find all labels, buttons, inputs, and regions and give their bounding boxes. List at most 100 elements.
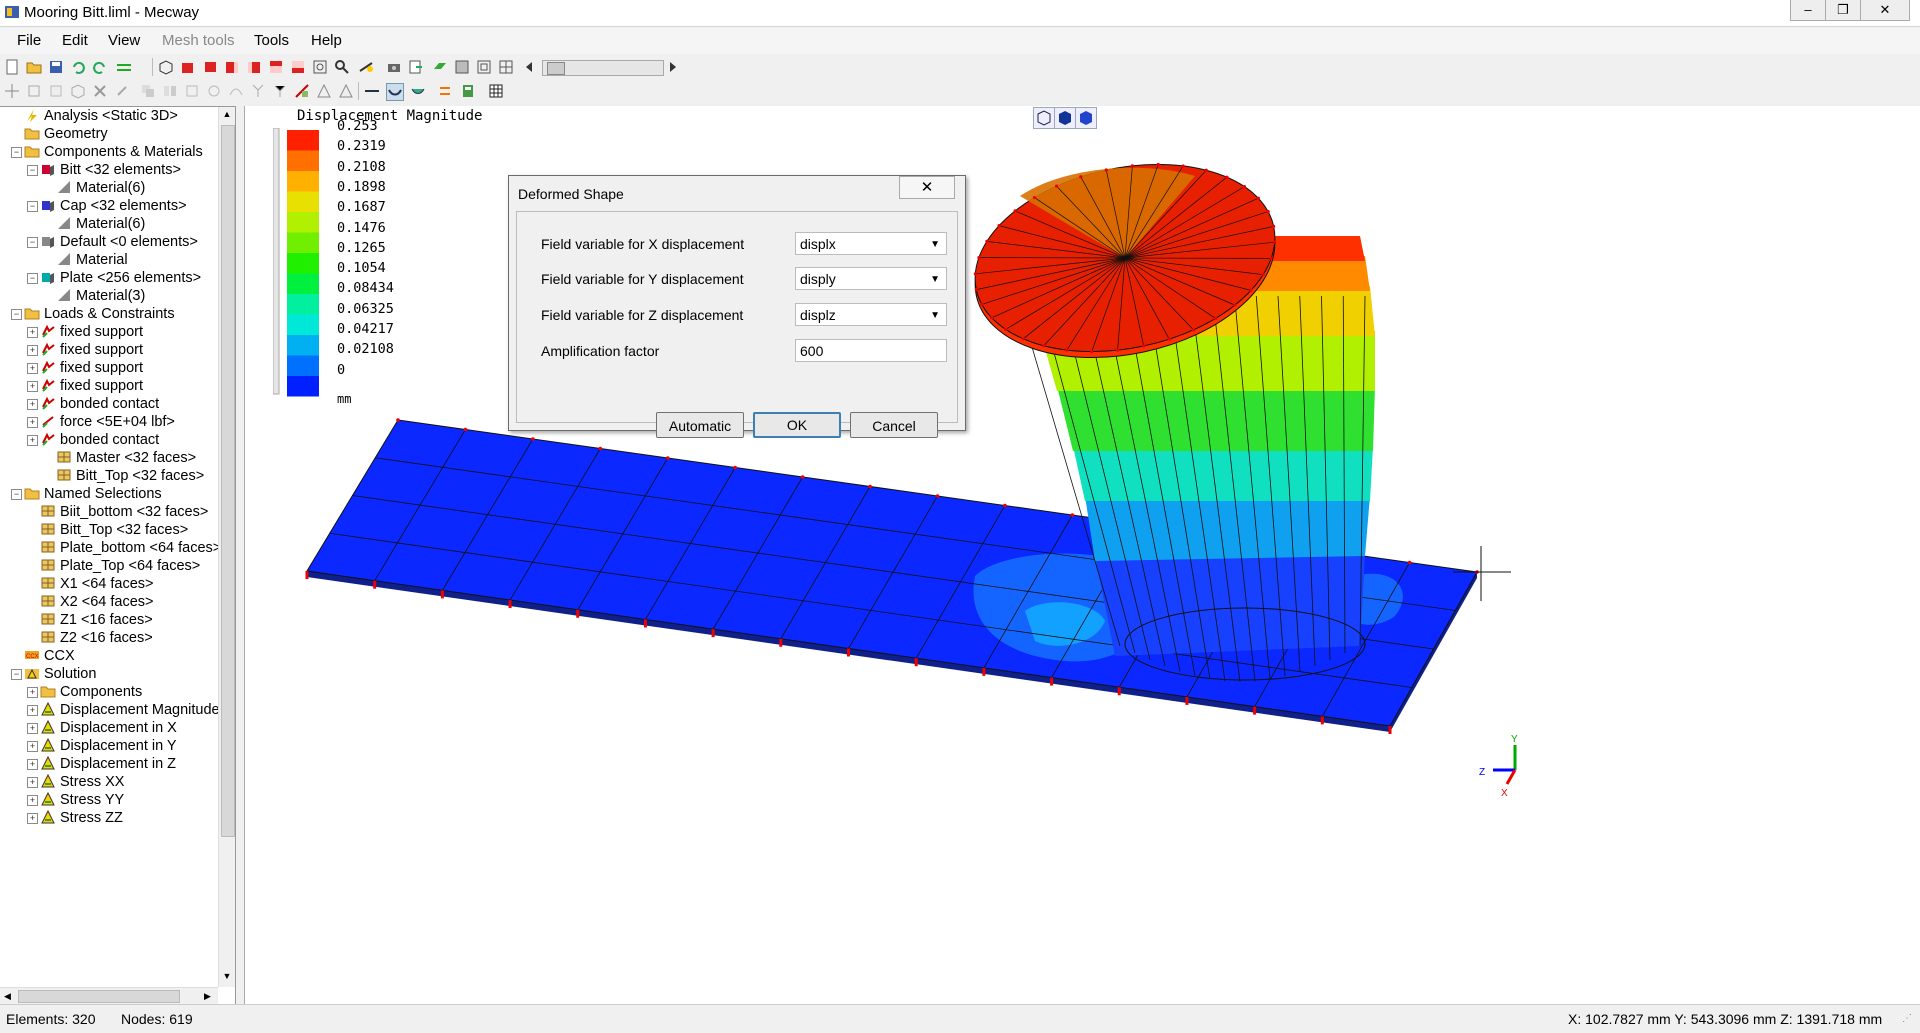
scroll-right-icon[interactable]: ▶ (204, 991, 211, 1002)
timestep-slider[interactable] (542, 60, 664, 76)
export-icon[interactable] (408, 59, 424, 75)
model-viewport[interactable]: Displacement Magnitude 0.2530.23190.2108… (244, 106, 1920, 1004)
tree-item[interactable]: Stress YY (40, 791, 124, 809)
slider-thumb[interactable] (547, 62, 565, 75)
tree-item[interactable]: Master <32 faces> (56, 449, 196, 467)
tree-item[interactable]: Plate_Top <64 faces> (40, 557, 200, 575)
tetra-icon[interactable] (338, 83, 354, 99)
undo-icon[interactable] (70, 59, 86, 75)
expand-toggle-icon[interactable]: + (27, 813, 38, 824)
restore-button[interactable]: ❐ (1825, 0, 1861, 21)
contour-bands-icon[interactable] (386, 83, 404, 101)
expand-toggle-icon[interactable]: + (27, 399, 38, 410)
view-front-icon[interactable] (180, 59, 196, 75)
expand-toggle-icon[interactable]: − (27, 273, 38, 284)
expand-toggle-icon[interactable]: − (11, 489, 22, 500)
x-displacement-select[interactable]: displx ▼ (795, 232, 947, 255)
expand-toggle-icon[interactable]: + (27, 381, 38, 392)
split-icon[interactable] (250, 83, 266, 99)
tree-item[interactable]: Z1 <16 faces> (40, 611, 153, 629)
sweep-icon[interactable] (228, 83, 244, 99)
tree-item[interactable]: Plate_bottom <64 faces> (40, 539, 221, 557)
scroll-left-icon[interactable]: ◀ (4, 991, 11, 1002)
line-style-icon[interactable] (116, 59, 132, 75)
expand-toggle-icon[interactable]: + (27, 759, 38, 770)
expand-toggle-icon[interactable]: + (27, 417, 38, 428)
minimize-button[interactable]: – (1790, 0, 1826, 21)
expand-toggle-icon[interactable]: + (27, 687, 38, 698)
tree-item[interactable]: bonded contact (40, 395, 159, 413)
tree-item[interactable]: fixed support (40, 341, 143, 359)
menu-view[interactable]: View (108, 32, 140, 49)
view-left-icon[interactable] (224, 59, 240, 75)
merge-icon[interactable] (272, 83, 288, 99)
tree-scroll-thumb[interactable] (221, 125, 235, 837)
tree-item[interactable]: Stress ZZ (40, 809, 123, 827)
legend-icon[interactable] (460, 83, 476, 99)
expand-toggle-icon[interactable]: + (27, 363, 38, 374)
tree-item[interactable]: Material(3) (56, 287, 145, 305)
automatic-button[interactable]: Automatic (656, 412, 744, 438)
tree-item[interactable]: Cap <32 elements> (40, 197, 187, 215)
view-top-icon[interactable] (268, 59, 284, 75)
contour-smooth-icon[interactable] (410, 83, 426, 99)
table-icon[interactable] (488, 83, 504, 99)
save-icon[interactable] (48, 59, 64, 75)
tree-item[interactable]: Material (56, 251, 128, 269)
triangle-icon[interactable] (316, 83, 332, 99)
menu-tools[interactable]: Tools (254, 32, 289, 49)
extrude-icon[interactable] (184, 83, 200, 99)
tree-item[interactable]: Named Selections (24, 485, 162, 503)
tree-item[interactable]: Geometry (24, 125, 108, 143)
move-icon[interactable] (114, 83, 130, 99)
tree-item[interactable]: Displacement in X (40, 719, 177, 737)
cancel-button[interactable]: Cancel (850, 412, 938, 438)
dialog-close-button[interactable]: ✕ (899, 176, 955, 199)
scroll-down-icon[interactable]: ▼ (221, 971, 233, 983)
expand-toggle-icon[interactable]: − (11, 309, 22, 320)
menu-edit[interactable]: Edit (62, 32, 88, 49)
camera-icon[interactable] (386, 59, 402, 75)
tree-item[interactable]: Z2 <16 faces> (40, 629, 153, 647)
transparent-view-icon[interactable] (476, 59, 492, 75)
zoom-fit-icon[interactable] (312, 59, 328, 75)
loads-arrows-icon[interactable] (438, 83, 454, 99)
tree-item[interactable]: Material(6) (56, 179, 145, 197)
expand-toggle-icon[interactable]: + (27, 723, 38, 734)
tree-item[interactable]: Bitt_Top <32 faces> (40, 521, 188, 539)
expand-toggle-icon[interactable]: + (27, 777, 38, 788)
tree-item[interactable]: Biit_bottom <32 faces> (40, 503, 208, 521)
tree-item[interactable]: Loads & Constraints (24, 305, 175, 323)
line-thickness-icon[interactable] (364, 83, 380, 99)
step-forward-icon[interactable] (664, 59, 680, 75)
expand-toggle-icon[interactable]: + (27, 345, 38, 356)
view-right-icon[interactable] (246, 59, 262, 75)
tree-item[interactable]: Displacement in Z (40, 755, 176, 773)
wireframe-view-icon[interactable] (158, 59, 174, 75)
refine-icon[interactable] (294, 83, 310, 99)
ok-button[interactable]: OK (753, 412, 841, 438)
menu-file[interactable]: File (17, 32, 41, 49)
scroll-up-icon[interactable]: ▲ (221, 109, 233, 121)
select-box-icon[interactable] (70, 83, 86, 99)
tree-item[interactable]: X2 <64 faces> (40, 593, 154, 611)
tree-item[interactable]: fixed support (40, 359, 143, 377)
expand-toggle-icon[interactable]: − (27, 237, 38, 248)
new-file-icon[interactable] (4, 59, 20, 75)
tree-item[interactable]: Displacement in Y (40, 737, 177, 755)
delete-icon[interactable] (92, 83, 108, 99)
select-element-icon[interactable] (26, 83, 42, 99)
tree-item[interactable]: Components & Materials (24, 143, 203, 161)
view-back-icon[interactable] (202, 59, 218, 75)
z-displacement-select[interactable]: displz ▼ (795, 303, 947, 326)
tree-item[interactable]: Stress XX (40, 773, 124, 791)
tree-item[interactable]: Components (40, 683, 142, 701)
close-window-button[interactable]: ✕ (1860, 0, 1910, 21)
mirror-icon[interactable] (162, 83, 178, 99)
tree-item[interactable]: X1 <64 faces> (40, 575, 154, 593)
tree-item[interactable]: bonded contact (40, 431, 159, 449)
tree-item[interactable]: Analysis <Static 3D> (24, 107, 178, 125)
select-node-icon[interactable] (4, 83, 20, 99)
resize-grip-icon[interactable]: ⋰ (1902, 1013, 1912, 1024)
expand-toggle-icon[interactable]: − (11, 147, 22, 158)
